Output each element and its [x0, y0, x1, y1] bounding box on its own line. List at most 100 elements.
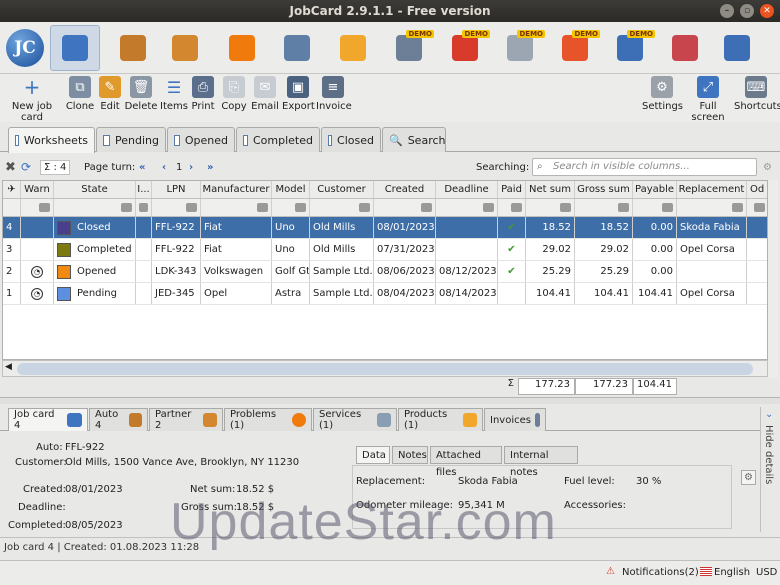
notifications-link[interactable]: Notifications(2) [622, 567, 699, 578]
column-header-customer[interactable]: Customer [310, 181, 374, 198]
nav-box-button[interactable] [328, 25, 378, 71]
nav-worksheets-button[interactable] [50, 25, 100, 71]
envelope-icon: ✉ [254, 76, 276, 98]
shortcuts-button[interactable]: ⌨ Shortcuts [734, 76, 780, 112]
filter-icon[interactable] [732, 203, 743, 212]
nav-clock-button[interactable]: DEMO [440, 25, 490, 71]
filter-icon[interactable] [39, 203, 50, 212]
column-header-warn[interactable]: Warn [21, 181, 54, 198]
column-header-created[interactable]: Created [374, 181, 436, 198]
email-button[interactable]: ✉ Email [250, 76, 280, 112]
table-row[interactable]: 3 Completed FFL-922 Fiat Uno Old Mills 07/31/2… [3, 239, 767, 261]
filter-icon[interactable] [121, 203, 132, 212]
close-button[interactable]: ✕ [760, 4, 774, 18]
first-page-icon[interactable]: « [139, 162, 145, 173]
edit-button[interactable]: ✎ Edit [98, 76, 122, 112]
column-header-paid[interactable]: Paid [498, 181, 526, 198]
nav-document-button[interactable]: DEMO [384, 25, 434, 71]
tab-invoices[interactable]: Invoices [484, 408, 546, 431]
filter-icon[interactable] [618, 203, 629, 212]
table-row[interactable]: 2 ◔ Opened LDK-343 Volkswagen Golf Gt Sample L… [3, 261, 767, 283]
language-selector[interactable]: English [714, 567, 750, 578]
column-header-model[interactable]: Model [272, 181, 310, 198]
fullscreen-button[interactable]: ⤢ Full screen [684, 76, 732, 123]
nav-grid-button[interactable] [660, 25, 710, 71]
tab-pending[interactable]: Pending [96, 127, 166, 152]
currency-selector[interactable]: USD [756, 567, 777, 578]
replacement-value: Skoda Fabia [458, 476, 518, 487]
scroll-left-icon[interactable]: ◀ [5, 362, 12, 372]
clear-filter-icon[interactable]: ✖ [5, 160, 16, 175]
column-header-manufacturer[interactable]: Manufacturer [201, 181, 272, 198]
column-header-state[interactable]: State [54, 181, 136, 198]
invoice-button[interactable]: ≡ Invoice [316, 76, 352, 112]
hide-details-panel[interactable]: ⌄ Hide details [760, 407, 780, 532]
last-page-icon[interactable]: » [207, 162, 213, 173]
table-row[interactable]: 1 ◔ Pending JED-345 Opel Astra Sample Ltd. 08/0… [3, 283, 767, 305]
copy-button[interactable]: ⎘ Copy [220, 76, 248, 112]
nav-car-button[interactable] [108, 25, 158, 71]
prev-page-icon[interactable]: ‹ [162, 162, 166, 173]
filter-icon[interactable] [421, 203, 432, 212]
nav-partner-button[interactable] [160, 25, 210, 71]
filter-icon[interactable] [662, 203, 673, 212]
filter-icon[interactable] [754, 203, 765, 212]
tab-partner[interactable]: Partner 2 [149, 408, 223, 431]
filter-icon[interactable] [560, 203, 571, 212]
print-button[interactable]: ⎙ Print [190, 76, 216, 112]
vertical-scrollbar[interactable] [768, 180, 778, 378]
column-header-replacement[interactable]: Replacement [677, 181, 747, 198]
new-job-card-button[interactable]: + New job card [2, 75, 62, 123]
tab-search[interactable]: 🔍 Search [382, 127, 446, 152]
export-button[interactable]: ▣ Export [282, 76, 315, 112]
column-header-deadline[interactable]: Deadline [436, 181, 498, 198]
nav-envelope-button[interactable]: DEMO [495, 25, 545, 71]
column-header-od[interactable]: Od [747, 181, 767, 198]
minimize-button[interactable]: – [720, 4, 734, 18]
nav-pie-chart-button[interactable]: DEMO [550, 25, 600, 71]
tab-completed[interactable]: Completed [236, 127, 320, 152]
clone-button[interactable]: ⧉ Clone [64, 76, 96, 112]
tab-closed[interactable]: Closed [321, 127, 381, 152]
filter-icon[interactable] [511, 203, 522, 212]
column-header-gross-sum[interactable]: Gross sum [575, 181, 633, 198]
filter-icon[interactable] [359, 203, 370, 212]
filter-icon[interactable] [139, 203, 148, 212]
column-header-lpn[interactable]: LPN [152, 181, 201, 198]
filter-icon[interactable] [257, 203, 268, 212]
nav-diamond-button[interactable] [712, 25, 762, 71]
tab-worksheets[interactable]: Worksheets [8, 127, 95, 153]
tab-job-card[interactable]: Job card 4 [8, 408, 88, 431]
filter-icon[interactable] [483, 203, 494, 212]
table-row[interactable]: 4 Closed FFL-922 Fiat Uno Old Mills 08/01/2023… [3, 217, 767, 239]
filter-icon[interactable] [186, 203, 197, 212]
tab-products[interactable]: Products (1) [398, 408, 483, 431]
column-header-payable[interactable]: Payable [633, 181, 677, 198]
search-settings-icon[interactable]: ⚙ [763, 162, 772, 173]
delete-button[interactable]: 🗑 Delete [124, 76, 158, 112]
subtab-internal-notes[interactable]: Internal notes [504, 446, 578, 478]
filter-icon[interactable] [295, 203, 306, 212]
tab-auto[interactable]: Auto 4 [89, 408, 148, 431]
next-page-icon[interactable]: › [189, 162, 193, 173]
subtab-attached-files[interactable]: Attached files [430, 446, 502, 478]
nav-problem-button[interactable] [217, 25, 267, 71]
nav-tools-button[interactable] [272, 25, 322, 71]
settings-button[interactable]: ⚙ Settings [642, 76, 683, 112]
details-settings-icon[interactable]: ⚙ [741, 470, 756, 485]
tab-opened[interactable]: Opened [167, 127, 235, 152]
horizontal-scrollbar[interactable]: ◀ [2, 360, 768, 377]
nav-robot-button[interactable]: DEMO [605, 25, 655, 71]
panel-splitter[interactable] [0, 397, 780, 404]
subtab-data[interactable]: Data [356, 446, 390, 464]
column-header-id[interactable]: I... [136, 181, 152, 198]
maximize-button[interactable]: ▫ [740, 4, 754, 18]
refresh-icon[interactable]: ⟳ [21, 160, 31, 174]
subtab-notes[interactable]: Notes [392, 446, 428, 464]
items-button[interactable]: ☰ Items [160, 76, 188, 113]
scrollbar-thumb[interactable] [17, 363, 753, 375]
search-input[interactable]: ⌕ Search in visible columns... [532, 158, 757, 176]
tab-problems[interactable]: Problems (1) [224, 408, 312, 431]
tab-services[interactable]: Services (1) [313, 408, 397, 431]
column-header-net-sum[interactable]: Net sum [526, 181, 575, 198]
